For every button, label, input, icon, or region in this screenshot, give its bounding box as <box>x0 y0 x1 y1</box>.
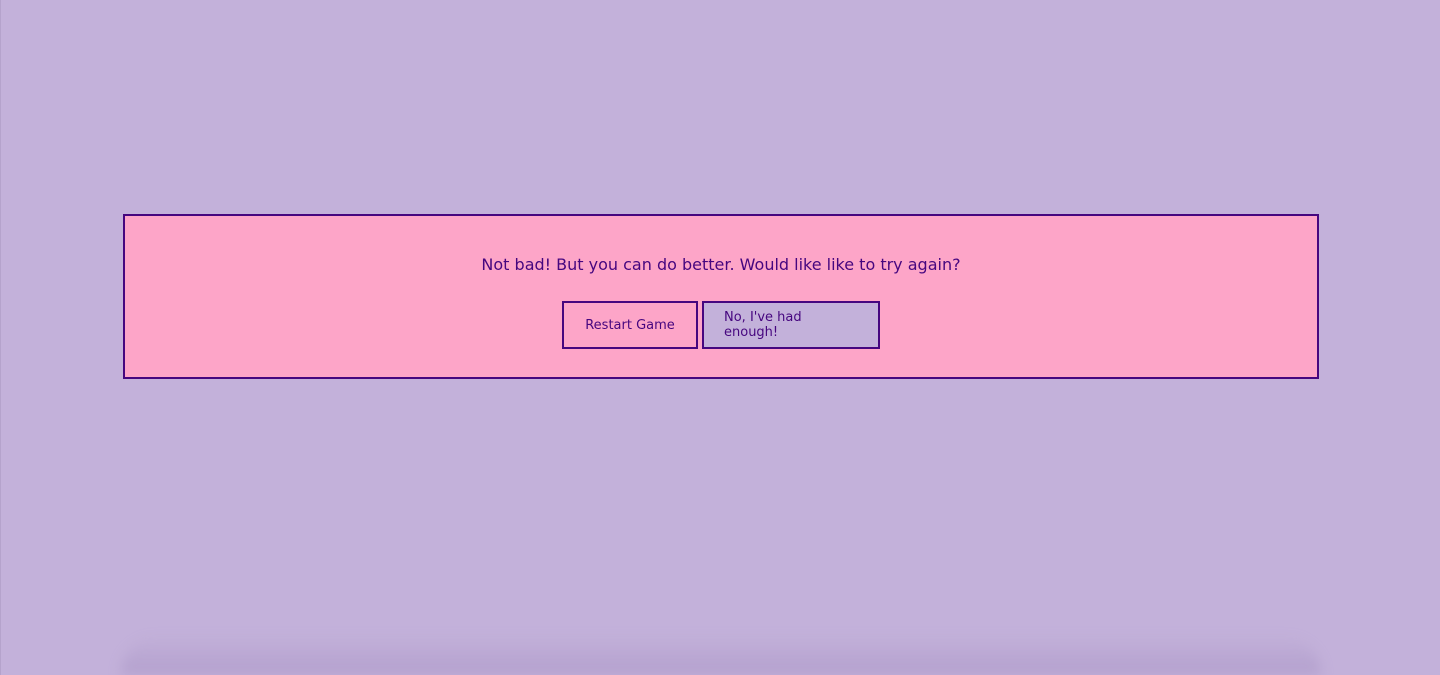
quit-game-button[interactable]: No, I've had enough! <box>702 301 880 349</box>
board-shadow <box>121 635 1321 675</box>
game-over-dialog: Not bad! But you can do better. Would li… <box>123 214 1319 379</box>
dialog-actions: Restart Game No, I've had enough! <box>125 301 1317 349</box>
result-message: Not bad! But you can do better. Would li… <box>481 255 961 274</box>
game-page: Not bad! But you can do better. Would li… <box>0 0 1440 675</box>
restart-game-button[interactable]: Restart Game <box>562 301 698 349</box>
